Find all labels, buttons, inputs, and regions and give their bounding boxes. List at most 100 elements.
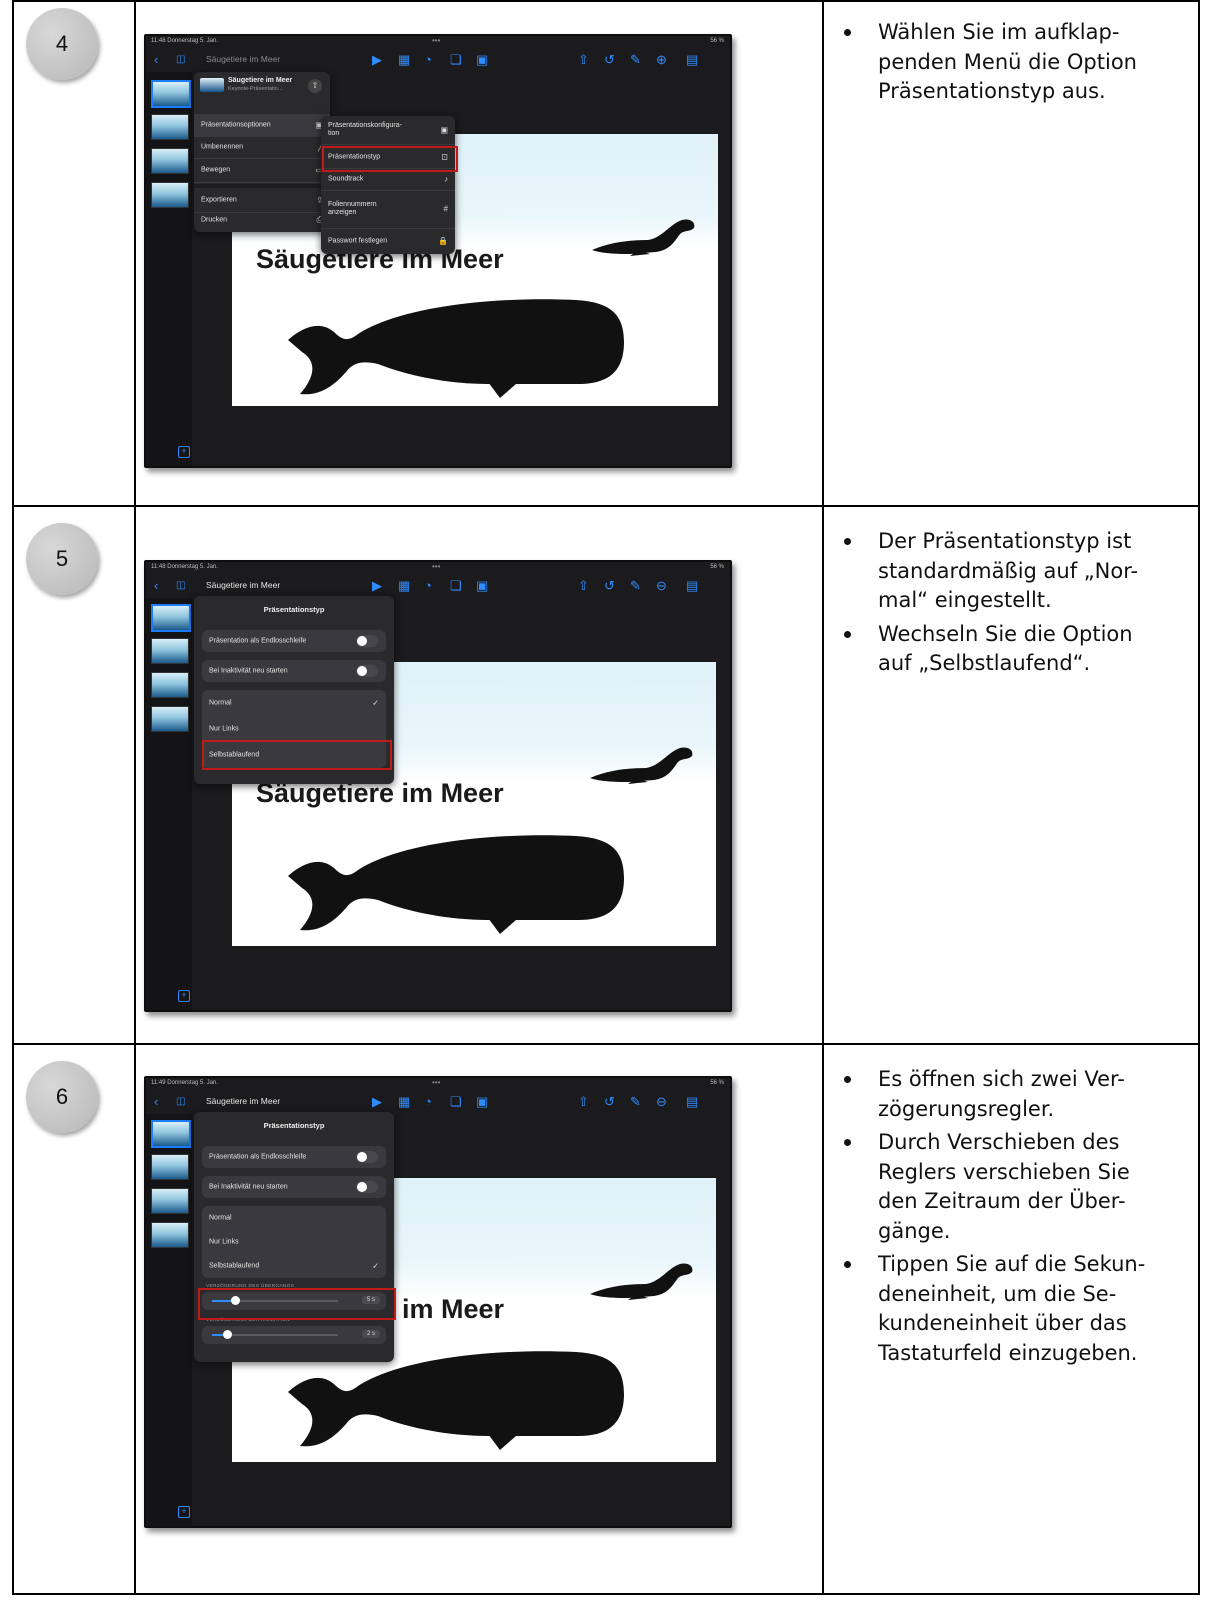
table-icon[interactable]: ▦ <box>398 578 410 594</box>
restart-toggle[interactable] <box>356 1181 378 1193</box>
highlight-box <box>202 740 392 770</box>
menu-item-label: Exportieren <box>201 196 237 204</box>
menu-item-rename[interactable]: Umbenennen╱ <box>194 136 330 159</box>
slide-thumbnail[interactable] <box>151 706 189 732</box>
sidebar-toggle-icon[interactable]: ◫ <box>176 52 185 68</box>
loop-toggle[interactable] <box>356 635 378 647</box>
play-icon[interactable]: ▶ <box>372 578 382 594</box>
slider-knob[interactable] <box>223 1330 233 1339</box>
shape-icon[interactable]: ❏ <box>450 52 462 68</box>
add-slide-icon[interactable]: + <box>178 990 190 1002</box>
undo-icon[interactable]: ↺ <box>604 52 615 68</box>
screen-icon: ▣ <box>440 125 448 135</box>
share-icon[interactable]: ⇧ <box>308 79 322 93</box>
menu-item-label: Soundtrack <box>328 175 364 183</box>
bullet-line: penden Menü die Option <box>878 49 1137 74</box>
menu-item-presentation-options[interactable]: Präsentationsoptionen ▣ <box>194 114 330 137</box>
chart-icon[interactable]: ◔ <box>424 52 432 68</box>
submenu-item-presentation-setup[interactable]: Präsentationskonfigura- tion ▣ <box>321 116 455 145</box>
bullet-line: Es öffnen sich zwei Ver- <box>878 1067 1125 1091</box>
type-option-label: Normal <box>209 699 232 707</box>
media-icon[interactable]: ▣ <box>476 52 488 68</box>
type-option-normal[interactable]: Normal ✓ <box>202 690 386 717</box>
table-icon[interactable]: ▦ <box>398 1094 410 1110</box>
brush-icon[interactable]: ✎ <box>630 52 641 68</box>
brush-icon[interactable]: ✎ <box>630 578 641 594</box>
shape-icon[interactable]: ❏ <box>450 1094 462 1110</box>
seal-silhouette-icon <box>590 747 693 784</box>
loop-toggle-row: Präsentation als Endlosschleife <box>202 1146 386 1168</box>
toolbar: ‹ ◫ Säugetiere im Meer ▶ ▦ ◔ ❏ ▣ ⇧ ↺ ✎ ⊕… <box>146 50 730 72</box>
bullet-line: Durch Verschieben des <box>878 1130 1120 1154</box>
play-icon[interactable]: ▶ <box>372 1094 382 1110</box>
row-divider-1 <box>12 505 1200 507</box>
animation-delay-value[interactable]: 2 s <box>361 1330 380 1338</box>
type-option-normal[interactable]: Normal <box>202 1206 386 1231</box>
type-option-links-only[interactable]: Nur Links <box>202 1230 386 1255</box>
instruction-text: Der Präsentationstyp ist standardmäßig a… <box>838 527 1194 683</box>
slide-thumbnail[interactable] <box>151 1120 191 1148</box>
slide-thumbnail[interactable] <box>151 1154 189 1180</box>
more-icon[interactable]: ⊕ <box>656 52 667 68</box>
menu-item-print[interactable]: Drucken ⎙ <box>194 208 330 232</box>
share-icon[interactable]: ⇧ <box>578 1094 589 1110</box>
sidebar-toggle-icon[interactable]: ◫ <box>176 1094 185 1110</box>
more-icon[interactable]: ⊖ <box>656 578 667 594</box>
battery-level: 56 % <box>710 564 724 570</box>
animation-delay-slider[interactable]: 2 s <box>202 1326 386 1344</box>
type-list: Normal Nur Links Selbstablaufend ✓ <box>202 1206 386 1278</box>
chart-icon[interactable]: ◔ <box>424 578 432 594</box>
slide-thumbnail[interactable] <box>151 638 189 664</box>
music-note-icon: ♪ <box>444 174 448 184</box>
share-icon[interactable]: ⇧ <box>578 578 589 594</box>
slide-thumbnail[interactable] <box>151 114 189 140</box>
document-header-subtitle: Keynote-Präsentatio... <box>228 86 283 92</box>
chart-icon[interactable]: ◔ <box>424 1094 432 1110</box>
hash-icon: # <box>443 204 448 214</box>
play-icon[interactable]: ▶ <box>372 52 382 68</box>
document-title[interactable]: Säugetiere im Meer <box>206 54 280 64</box>
type-option-links-only[interactable]: Nur Links <box>202 716 386 743</box>
type-option-self-playing[interactable]: Selbstablaufend ✓ <box>202 1254 386 1278</box>
loop-toggle[interactable] <box>356 1151 378 1163</box>
menu-item-move[interactable]: Bewegen ▭ <box>194 158 330 183</box>
document-title[interactable]: Säugetiere im Meer <box>206 1096 280 1106</box>
toggle-label: Präsentation als Endlosschleife <box>209 637 307 645</box>
slide-thumbnail[interactable] <box>151 672 189 698</box>
share-icon[interactable]: ⇧ <box>578 52 589 68</box>
slide-thumbnail[interactable] <box>151 148 189 174</box>
brush-icon[interactable]: ✎ <box>630 1094 641 1110</box>
slide-thumbnail[interactable] <box>151 604 191 632</box>
document-setup-icon[interactable]: ▤ <box>686 52 698 68</box>
slide-thumbnail[interactable] <box>151 182 189 208</box>
type-option-label: Nur Links <box>209 1238 239 1246</box>
more-icon[interactable]: ⊖ <box>656 1094 667 1110</box>
shape-icon[interactable]: ❏ <box>450 578 462 594</box>
document-title[interactable]: Säugetiere im Meer <box>206 580 280 590</box>
add-slide-icon[interactable]: + <box>178 446 190 458</box>
back-chevron-icon[interactable]: ‹ <box>154 578 158 594</box>
presentation-options-submenu: Präsentationskonfigura- tion ▣ Präsentati… <box>321 116 455 254</box>
sidebar-toggle-icon[interactable]: ◫ <box>176 578 185 594</box>
restart-toggle[interactable] <box>356 665 378 677</box>
table-icon[interactable]: ▦ <box>398 52 410 68</box>
document-setup-icon[interactable]: ▤ <box>686 578 698 594</box>
step-number-badge: 5 <box>26 523 98 595</box>
instruction-text: Es öffnen sich zwei Ver- zögerungsregler… <box>838 1065 1194 1372</box>
undo-icon[interactable]: ↺ <box>604 1094 615 1110</box>
popover-title: Präsentationstyp <box>263 1121 325 1130</box>
back-chevron-icon[interactable]: ‹ <box>154 52 158 68</box>
submenu-item-slide-numbers[interactable]: Foliennummern anzeigen # <box>321 190 455 229</box>
media-icon[interactable]: ▣ <box>476 578 488 594</box>
submenu-item-set-password[interactable]: Passwort festlegen 🔒 <box>321 228 455 254</box>
undo-icon[interactable]: ↺ <box>604 578 615 594</box>
document-setup-icon[interactable]: ▤ <box>686 1094 698 1110</box>
add-slide-icon[interactable]: + <box>178 1506 190 1518</box>
slide-thumbnail[interactable] <box>151 80 191 108</box>
slide-thumbnail[interactable] <box>151 1188 189 1214</box>
menu-item-label: Passwort festlegen <box>328 237 388 245</box>
battery-level: 56 % <box>710 1080 724 1086</box>
media-icon[interactable]: ▣ <box>476 1094 488 1110</box>
back-chevron-icon[interactable]: ‹ <box>154 1094 158 1110</box>
slide-thumbnail[interactable] <box>151 1222 189 1248</box>
